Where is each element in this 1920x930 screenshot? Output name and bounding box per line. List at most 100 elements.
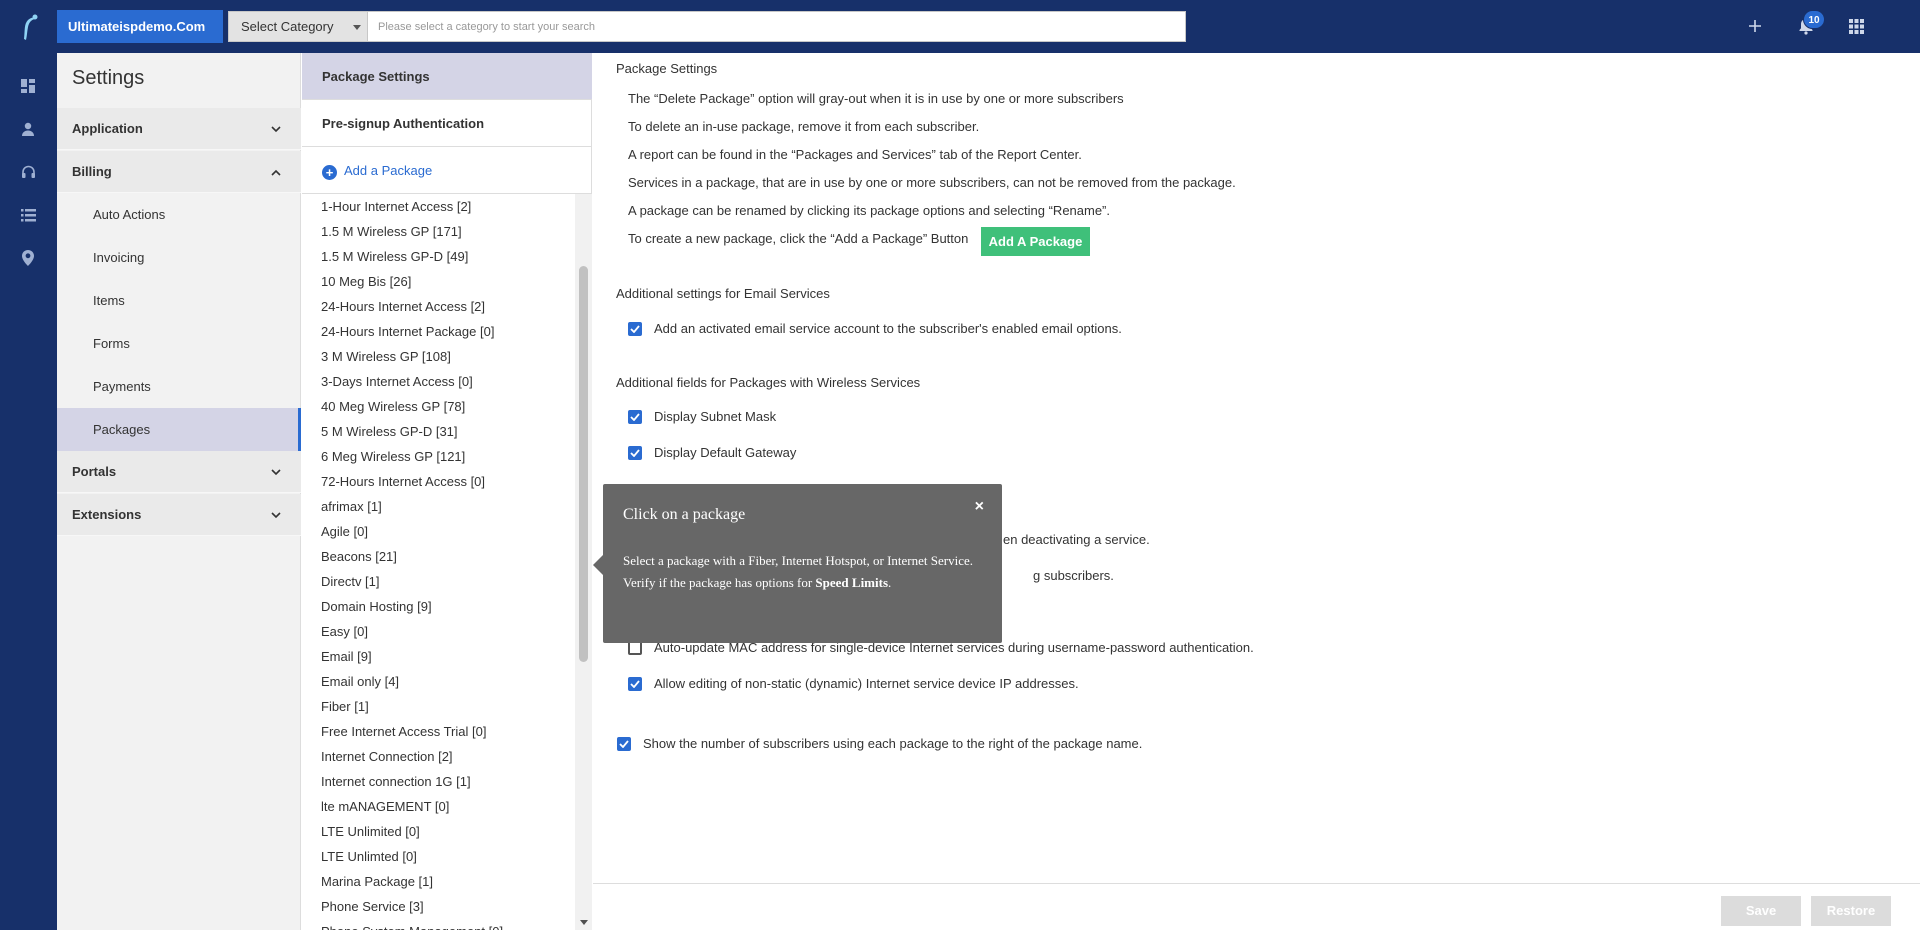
guide-tooltip: Click on a package × Select a package wi… xyxy=(593,484,1002,643)
nav-section-extensions[interactable]: Extensions xyxy=(57,494,301,536)
nav-item-items[interactable]: Items xyxy=(57,279,301,322)
tab-package-settings[interactable]: Package Settings xyxy=(302,53,592,100)
top-bar: Ultimateispdemo.Com Select Category 10 xyxy=(0,0,1920,53)
checkbox-label: Display Subnet Mask xyxy=(654,409,777,424)
package-list-item[interactable]: Phone Service [3] xyxy=(302,894,574,919)
user-icon[interactable] xyxy=(17,118,39,140)
package-list-item[interactable]: lte mANAGEMENT [0] xyxy=(302,794,574,819)
chevron-down-icon xyxy=(271,108,281,150)
package-list-item[interactable]: afrimax [1] xyxy=(302,494,574,519)
ip-option-row[interactable]: Allow editing of non-static (dynamic) In… xyxy=(628,676,1079,691)
category-select[interactable]: Select Category xyxy=(228,11,368,42)
headset-icon[interactable] xyxy=(17,161,39,183)
package-list: 1-Hour Internet Access [2] 1.5 M Wireless… xyxy=(302,194,574,930)
footer-bar: Save Restore xyxy=(593,883,1920,930)
brand-logo-icon[interactable] xyxy=(16,12,42,42)
checkbox-label: Allow editing of non-static (dynamic) In… xyxy=(654,676,1079,691)
package-list-item[interactable]: Fiber [1] xyxy=(302,694,574,719)
checkbox-checked[interactable] xyxy=(617,736,631,751)
scroll-thumb[interactable] xyxy=(579,266,588,662)
info-line: The “Delete Package” option will gray-ou… xyxy=(628,91,1124,106)
tooltip-body: Select a package with a Fiber, Internet … xyxy=(623,550,983,594)
package-list-item[interactable]: LTE Unlimited [0] xyxy=(302,819,574,844)
package-list-item[interactable]: 10 Meg Bis [26] xyxy=(302,269,574,294)
settings-title: Settings xyxy=(72,67,145,89)
package-list-item[interactable]: 24-Hours Internet Access [2] xyxy=(302,294,574,319)
restore-button[interactable]: Restore xyxy=(1811,896,1891,926)
package-list-item[interactable]: 1.5 M Wireless GP-D [49] xyxy=(302,244,574,269)
site-name-button[interactable]: Ultimateispdemo.Com xyxy=(57,10,223,43)
nav-item-auto-actions[interactable]: Auto Actions xyxy=(57,193,301,236)
chevron-down-icon xyxy=(271,494,281,536)
dashboard-icon[interactable] xyxy=(17,75,39,97)
package-list-item[interactable]: 72-Hours Internet Access [0] xyxy=(302,469,574,494)
apps-grid-icon[interactable] xyxy=(1845,15,1867,37)
package-list-item[interactable]: 5 M Wireless GP-D [31] xyxy=(302,419,574,444)
nav-item-forms[interactable]: Forms xyxy=(57,322,301,365)
scroll-down-arrow-icon[interactable] xyxy=(580,920,588,925)
nav-section-application[interactable]: Application xyxy=(57,108,301,150)
tooltip-body-suffix: . xyxy=(888,575,892,590)
subnet-mask-option-row[interactable]: Display Subnet Mask xyxy=(628,409,776,424)
package-list-item[interactable]: Free Internet Access Trial [0] xyxy=(302,719,574,744)
close-icon[interactable]: × xyxy=(975,498,984,516)
package-list-item[interactable]: Easy [0] xyxy=(302,619,574,644)
tooltip-title: Click on a package xyxy=(623,506,746,523)
partial-option-text: g subscribers. xyxy=(1033,568,1114,583)
package-list-item[interactable]: Agile [0] xyxy=(302,519,574,544)
package-list-item[interactable]: Domain Hosting [9] xyxy=(302,594,574,619)
package-list-item[interactable]: Email [9] xyxy=(302,644,574,669)
package-list-item[interactable]: Phone System Management [0] xyxy=(302,919,574,930)
package-list-item[interactable]: Email only [4] xyxy=(302,669,574,694)
email-option-row[interactable]: Add an activated email service account t… xyxy=(628,321,1122,336)
nav-item-payments[interactable]: Payments xyxy=(57,365,301,408)
package-list-item[interactable]: 6 Meg Wireless GP [121] xyxy=(302,444,574,469)
checkbox-checked[interactable] xyxy=(628,321,642,336)
package-list-item[interactable]: LTE Unlimted [0] xyxy=(302,844,574,869)
default-gateway-option-row[interactable]: Display Default Gateway xyxy=(628,445,796,460)
info-line: Services in a package, that are in use b… xyxy=(628,175,1236,190)
tab-pre-signup-authentication[interactable]: Pre-signup Authentication xyxy=(302,100,592,147)
package-list-item[interactable]: 24-Hours Internet Package [0] xyxy=(302,319,574,344)
nav-item-invoicing[interactable]: Invoicing xyxy=(57,236,301,279)
tooltip-body-bold: Speed Limits xyxy=(815,575,889,590)
chevron-up-icon xyxy=(271,151,281,193)
partial-option-text: en deactivating a service. xyxy=(1003,532,1150,547)
location-pin-icon[interactable] xyxy=(17,247,39,269)
nav-section-portals[interactable]: Portals xyxy=(57,451,301,493)
add-circle-icon: + xyxy=(322,165,337,180)
search-input[interactable] xyxy=(368,11,1186,42)
package-list-item[interactable]: 40 Meg Wireless GP [78] xyxy=(302,394,574,419)
add-package-link[interactable]: + Add a Package xyxy=(302,147,592,194)
wireless-section-title: Additional fields for Packages with Wire… xyxy=(616,375,921,390)
subscriber-count-option-row[interactable]: Show the number of subscribers using eac… xyxy=(617,736,1142,751)
package-list-item[interactable]: Internet connection 1G [1] xyxy=(302,769,574,794)
package-list-item[interactable]: Directv [1] xyxy=(302,569,574,594)
save-button[interactable]: Save xyxy=(1721,896,1801,926)
category-select-label: Select Category xyxy=(241,19,334,34)
nav-section-billing[interactable]: Billing xyxy=(57,151,301,193)
package-list-scrollbar[interactable] xyxy=(575,194,592,930)
package-list-item[interactable]: 3-Days Internet Access [0] xyxy=(302,369,574,394)
info-line: To delete an in-use package, remove it f… xyxy=(628,119,980,134)
checkbox-checked[interactable] xyxy=(628,676,642,691)
chevron-down-icon xyxy=(271,451,281,493)
packages-column: Package Settings Pre-signup Authenticati… xyxy=(302,53,592,930)
package-list-item[interactable]: 1.5 M Wireless GP [171] xyxy=(302,219,574,244)
checkbox-checked[interactable] xyxy=(628,445,642,460)
nav-section-label: Extensions xyxy=(72,507,142,522)
package-list-item[interactable]: Beacons [21] xyxy=(302,544,574,569)
checkbox-checked[interactable] xyxy=(628,409,642,424)
chevron-down-icon xyxy=(353,25,361,30)
plus-icon[interactable] xyxy=(1744,15,1766,37)
add-package-button[interactable]: Add A Package xyxy=(981,227,1090,256)
nav-item-packages[interactable]: Packages xyxy=(57,408,301,451)
list-icon[interactable] xyxy=(17,204,39,226)
add-package-label: Add a Package xyxy=(344,163,433,178)
package-list-item[interactable]: 1-Hour Internet Access [2] xyxy=(302,194,574,219)
package-list-item[interactable]: 3 M Wireless GP [108] xyxy=(302,344,574,369)
package-list-item[interactable]: Internet Connection [2] xyxy=(302,744,574,769)
checkbox-label: Display Default Gateway xyxy=(654,445,797,460)
package-list-item[interactable]: Marina Package [1] xyxy=(302,869,574,894)
nav-section-label: Billing xyxy=(72,164,112,179)
